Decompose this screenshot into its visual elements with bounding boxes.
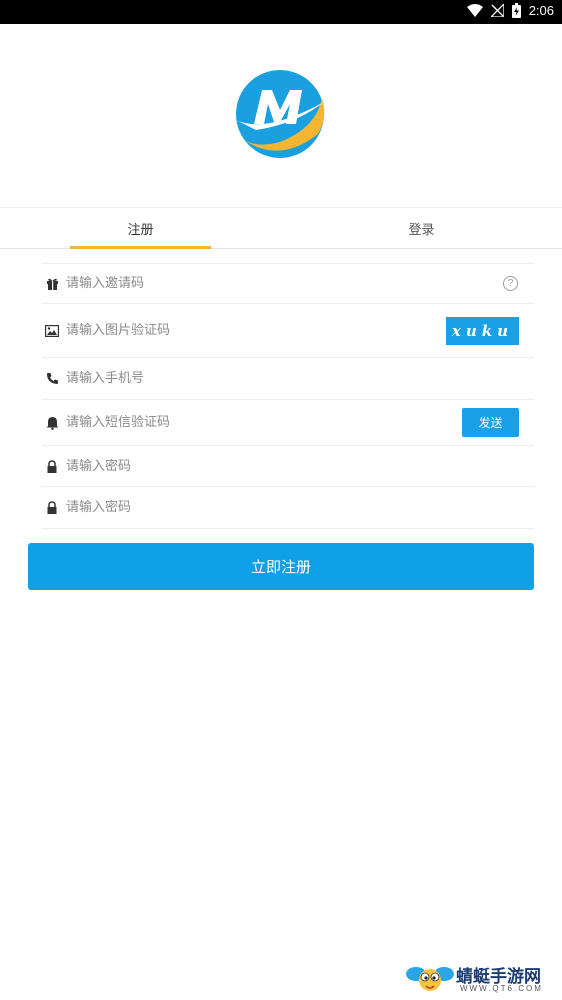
form-divider [42,528,534,529]
phone-row [42,357,534,399]
app-logo [236,68,328,160]
gift-icon [44,276,60,292]
sms-code-row: 发送 [42,399,534,445]
status-time: 2:06 [528,3,554,18]
status-bar: 2:06 [0,0,562,24]
lock-icon [44,458,60,474]
sms-code-input[interactable] [66,415,366,430]
lock-icon [44,500,60,516]
watermark: 蜻蜓手游网 WWW.QT6.COM [406,962,556,996]
watermark-url: WWW.QT6.COM [460,984,543,993]
captcha-image[interactable]: xuku [446,316,519,345]
password-input[interactable] [66,458,366,474]
bell-icon [44,415,60,431]
send-sms-button[interactable]: 发送 [462,408,519,437]
dragonfly-mascot-icon [406,967,454,991]
image-code-row: xuku [42,303,534,357]
invite-code-row: ? [42,263,534,303]
phone-icon [44,371,60,387]
help-icon[interactable]: ? [503,276,518,291]
image-icon [44,323,60,339]
tab-login[interactable]: 登录 [351,208,492,249]
register-submit-button[interactable]: 立即注册 [28,543,534,590]
password-confirm-input[interactable] [66,500,366,515]
auth-tabs: 注册 登录 [0,207,562,249]
active-tab-indicator [70,246,211,249]
phone-input[interactable] [66,371,366,386]
tab-register[interactable]: 注册 [70,208,211,249]
password-confirm-row [42,486,534,528]
no-signal-icon [490,4,504,17]
password-row [42,445,534,486]
battery-charging-icon [511,3,521,18]
invite-code-input[interactable] [66,276,366,291]
image-code-input[interactable] [66,323,366,338]
wifi-icon [466,4,483,17]
